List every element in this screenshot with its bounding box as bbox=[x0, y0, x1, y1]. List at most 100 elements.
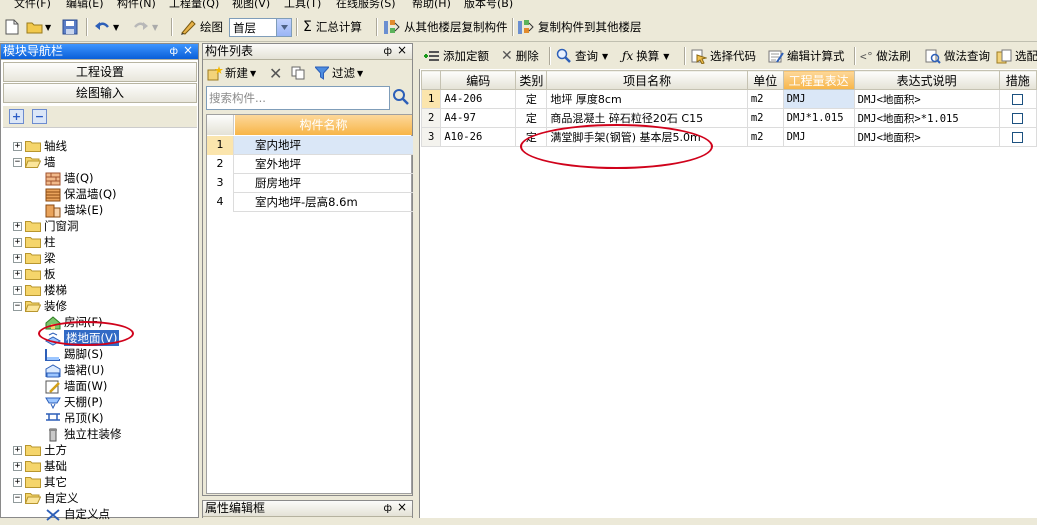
component-row[interactable]: 2 室外地坪 bbox=[207, 155, 413, 174]
filter-button[interactable]: 过滤 ▼ bbox=[315, 63, 363, 83]
floor-select[interactable]: 首层 bbox=[229, 18, 292, 37]
tree-item[interactable]: 墙裙(U) bbox=[45, 362, 104, 378]
tree-item[interactable]: 踢脚(S) bbox=[45, 346, 103, 362]
draw-button[interactable]: 绘图 bbox=[180, 17, 223, 37]
item-name-cell[interactable]: 满堂脚手架(钢管) 基本层5.0m bbox=[546, 127, 748, 147]
menu-component[interactable]: 构件(N) bbox=[117, 0, 156, 11]
expand-icon[interactable]: + bbox=[13, 237, 22, 247]
close-icon[interactable]: × bbox=[183, 43, 193, 58]
code-cell[interactable]: A4-97 bbox=[440, 108, 517, 128]
quantity-expr-cell[interactable]: DMJ bbox=[782, 127, 855, 147]
col-code-header[interactable]: 编码 bbox=[440, 70, 517, 90]
item-name-cell[interactable]: 地坪 厚度8cm bbox=[546, 89, 748, 109]
quantity-expr-cell[interactable]: DMJ bbox=[782, 89, 855, 109]
menu-view[interactable]: 视图(V) bbox=[232, 0, 270, 11]
col-expr-desc-header[interactable]: 表达式说明 bbox=[853, 70, 1000, 90]
select-config-button[interactable]: 选配 bbox=[996, 46, 1037, 66]
method-query-button[interactable]: 做法查询 bbox=[925, 46, 990, 66]
col-category-header[interactable]: 类别 bbox=[515, 70, 548, 90]
expr-desc-cell[interactable]: DMJ<地面积> bbox=[853, 89, 1000, 109]
project-settings-button[interactable]: 工程设置 bbox=[3, 62, 197, 82]
tree-item[interactable]: 楼地面(V) bbox=[44, 330, 120, 346]
tree-item[interactable]: 墙垛(E) bbox=[45, 202, 103, 218]
sum-calc-button[interactable]: Σ 汇总计算 bbox=[303, 17, 362, 37]
measure-checkbox[interactable] bbox=[1012, 112, 1024, 124]
save-icon[interactable] bbox=[62, 17, 78, 37]
menu-online[interactable]: 在线服务(S) bbox=[336, 0, 396, 11]
add-quota-button[interactable]: 添加定额 bbox=[424, 46, 489, 66]
open-folder-icon[interactable]: ▼ bbox=[26, 17, 51, 37]
tree-item[interactable]: + 基础 bbox=[13, 458, 67, 474]
edit-formula-button[interactable]: 编辑计算式 bbox=[768, 46, 845, 66]
expand-icon[interactable]: + bbox=[13, 477, 22, 487]
convert-button[interactable]: ƒx 换算 ▼ bbox=[622, 46, 669, 66]
drawing-input-button[interactable]: 绘图输入 bbox=[3, 83, 197, 103]
menu-version[interactable]: 版本号(B) bbox=[464, 0, 513, 11]
redo-icon[interactable]: ▼ bbox=[133, 17, 158, 37]
delete-quota-button[interactable]: ✕ 删除 bbox=[501, 46, 539, 66]
unit-cell[interactable]: m2 bbox=[746, 127, 784, 147]
table-row[interactable]: 2 A4-97 定商品混凝土 碎石粒径20石 C15 m2 DMJ*1.015 DMJ<地… bbox=[420, 108, 1037, 128]
close-icon[interactable]: × bbox=[397, 500, 407, 515]
tree-item[interactable]: + 梁 bbox=[13, 250, 56, 266]
collapse-icon[interactable]: − bbox=[13, 301, 22, 311]
expand-icon[interactable]: + bbox=[13, 445, 22, 455]
tree-item[interactable]: 墙(Q) bbox=[45, 170, 94, 186]
table-row[interactable]: 3 A10-26 定满堂脚手架(钢管) 基本层5.0m m2 DMJ DMJ<地面积> bbox=[420, 127, 1037, 147]
col-unit-header[interactable]: 单位 bbox=[746, 70, 784, 90]
menu-tools[interactable]: 工具(T) bbox=[284, 0, 321, 11]
tree-item[interactable]: − 墙 bbox=[13, 154, 56, 170]
tree-item[interactable]: 墙面(W) bbox=[45, 378, 107, 394]
tree-item[interactable]: + 其它 bbox=[13, 474, 67, 490]
select-code-button[interactable]: 选择代码 bbox=[691, 46, 756, 66]
expand-all-icon[interactable]: + bbox=[9, 109, 24, 124]
expand-icon[interactable]: + bbox=[13, 221, 22, 231]
menu-help[interactable]: 帮助(H) bbox=[412, 0, 451, 11]
category-cell[interactable]: 定 bbox=[515, 127, 548, 147]
item-name-cell[interactable]: 商品混凝土 碎石粒径20石 C15 bbox=[546, 108, 748, 128]
code-cell[interactable]: A10-26 bbox=[440, 127, 517, 147]
component-row[interactable]: 1 室内地坪 bbox=[207, 136, 413, 155]
expr-desc-cell[interactable]: DMJ<地面积> bbox=[853, 127, 1000, 147]
new-component-button[interactable]: 新建 ▼ bbox=[207, 63, 256, 83]
col-quantity-expr-header[interactable]: 工程量表达 bbox=[782, 70, 855, 90]
delete-icon[interactable]: ✕ bbox=[269, 63, 282, 83]
tree-item[interactable]: 独立柱装修 bbox=[45, 426, 122, 442]
expand-icon[interactable]: + bbox=[13, 285, 22, 295]
close-icon[interactable]: × bbox=[397, 43, 407, 58]
tree-item[interactable]: 保温墙(Q) bbox=[45, 186, 117, 202]
col-measure-header[interactable]: 措施 bbox=[998, 70, 1037, 90]
pin-icon[interactable]: ф bbox=[169, 44, 178, 59]
col-item-name-header[interactable]: 项目名称 bbox=[546, 70, 748, 90]
copy-from-floor-button[interactable]: 从其他楼层复制构件 bbox=[383, 17, 508, 37]
undo-icon[interactable]: ▼ bbox=[94, 17, 119, 37]
component-row[interactable]: 4 室内地坪-层高8.6m bbox=[207, 193, 413, 212]
expand-icon[interactable]: + bbox=[13, 141, 22, 151]
category-cell[interactable]: 定 bbox=[515, 108, 548, 128]
new-file-icon[interactable] bbox=[5, 17, 19, 37]
tree-item[interactable]: + 土方 bbox=[13, 442, 67, 458]
tree-item[interactable]: + 柱 bbox=[13, 234, 56, 250]
pin-icon[interactable]: ф bbox=[383, 44, 392, 59]
collapse-icon[interactable]: − bbox=[13, 493, 22, 503]
tree-item[interactable]: + 楼梯 bbox=[13, 282, 67, 298]
quantity-expr-cell[interactable]: DMJ*1.015 bbox=[782, 108, 855, 128]
expr-desc-cell[interactable]: DMJ<地面积>*1.015 bbox=[853, 108, 1000, 128]
tree-item[interactable]: 吊顶(K) bbox=[45, 410, 104, 426]
table-row[interactable]: 1 A4-206 定地坪 厚度8cm m2 DMJ DMJ<地面积> bbox=[420, 89, 1037, 109]
unit-cell[interactable]: m2 bbox=[746, 89, 784, 109]
tree-item[interactable]: − 装修 bbox=[13, 298, 67, 314]
menu-edit[interactable]: 编辑(E) bbox=[66, 0, 104, 11]
search-component-input[interactable]: 搜索构件... bbox=[206, 86, 390, 110]
method-brush-button[interactable]: <° 做法刷 bbox=[860, 46, 911, 66]
measure-checkbox[interactable] bbox=[1012, 131, 1024, 143]
tree-item[interactable]: + 轴线 bbox=[13, 138, 67, 154]
unit-cell[interactable]: m2 bbox=[746, 108, 784, 128]
tree-item[interactable]: + 板 bbox=[13, 266, 56, 282]
code-cell[interactable]: A4-206 bbox=[440, 89, 517, 109]
tree-item[interactable]: 房间(F) bbox=[45, 314, 103, 330]
measure-checkbox[interactable] bbox=[1012, 93, 1024, 105]
expand-icon[interactable]: + bbox=[13, 253, 22, 263]
tree-item[interactable]: 天棚(P) bbox=[45, 394, 103, 410]
expand-icon[interactable]: + bbox=[13, 461, 22, 471]
